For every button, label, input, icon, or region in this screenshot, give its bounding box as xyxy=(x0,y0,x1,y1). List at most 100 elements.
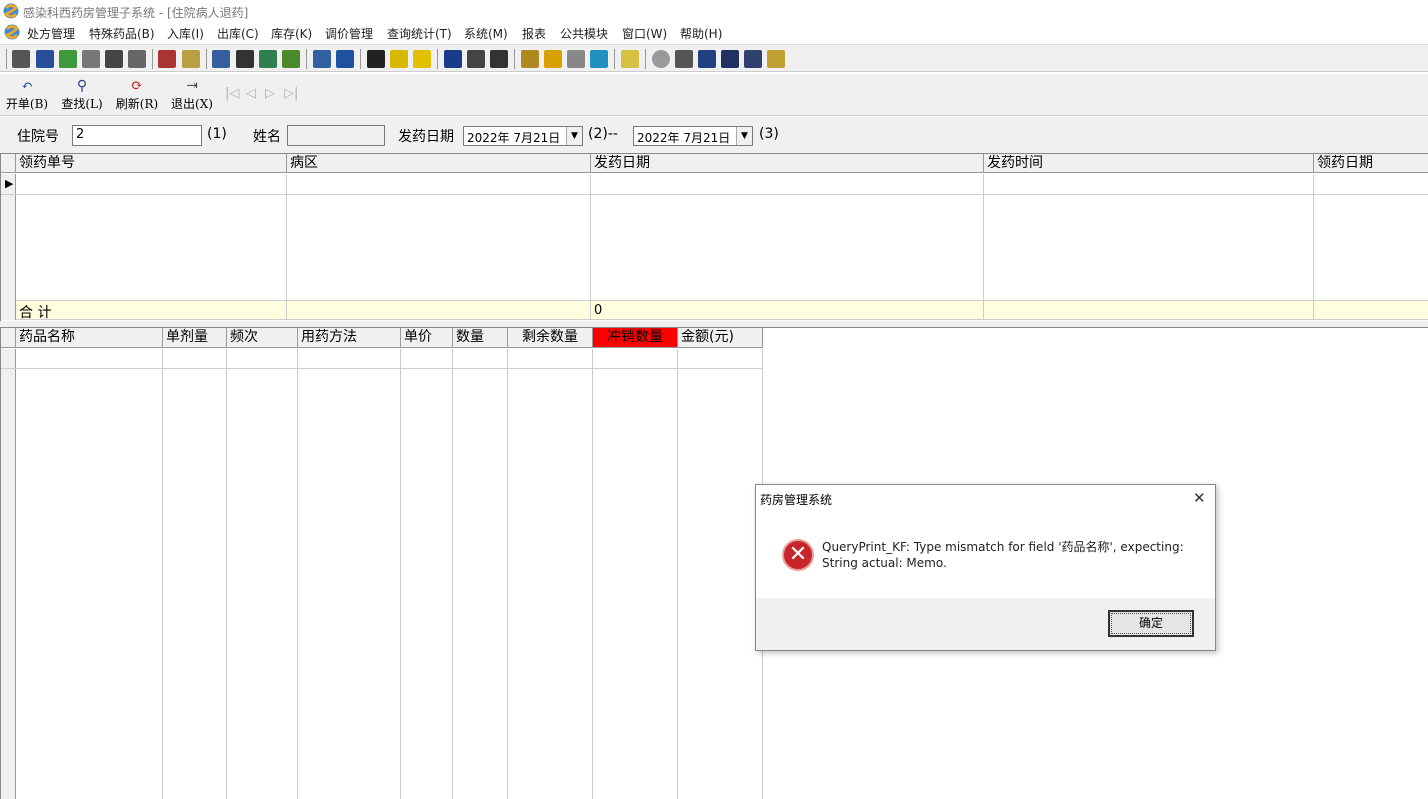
next-record-icon[interactable]: ▷ xyxy=(265,86,275,101)
dialog-message: QueryPrint_KF: Type mismatch for field '… xyxy=(822,540,1184,570)
inpatient-no-field[interactable]: 2 xyxy=(72,125,202,146)
windows-icon[interactable] xyxy=(721,50,739,68)
paste-icon[interactable] xyxy=(767,50,785,68)
refresh-button[interactable]: ⟳ 刷新(R) xyxy=(115,78,159,114)
menu-help[interactable]: 帮助(H) xyxy=(680,25,722,42)
col-writeoff-qty[interactable]: 冲销数量 xyxy=(593,328,678,347)
search-icon[interactable] xyxy=(567,50,585,68)
trash-icon[interactable] xyxy=(444,50,462,68)
dispense-grid-header: 领药单号 病区 发药日期 发药时间 领药日期 xyxy=(1,154,1428,173)
menu-inventory[interactable]: 库存(K) xyxy=(271,25,312,42)
date-from-dropdown-icon[interactable]: ▼ xyxy=(566,127,582,145)
name-field[interactable] xyxy=(287,125,385,146)
col-dispense-time[interactable]: 发药时间 xyxy=(984,154,1314,173)
menu-system[interactable]: 系统(M) xyxy=(464,25,508,42)
ok-button[interactable]: 确定 xyxy=(1108,610,1194,637)
col-unit-price[interactable]: 单价 xyxy=(401,328,453,347)
bell-icon[interactable] xyxy=(390,50,408,68)
hexagon-icon[interactable] xyxy=(652,50,670,68)
col-amount[interactable]: 金额(元) xyxy=(678,328,763,347)
menu-price-adjust[interactable]: 调价管理 xyxy=(325,25,373,42)
menu-window[interactable]: 窗口(W) xyxy=(622,25,667,42)
hint-2: (2)-- xyxy=(588,126,618,142)
bottle-icon[interactable] xyxy=(36,50,54,68)
new-button[interactable]: ↶ 开单(B) xyxy=(5,78,49,114)
col-receive-date[interactable]: 领药日期 xyxy=(1314,154,1428,173)
first-record-icon[interactable]: |◁ xyxy=(225,86,239,101)
menu-reports[interactable]: 报表 xyxy=(522,25,546,42)
inpatient-no-label: 住院号 xyxy=(17,129,59,145)
date-from-picker[interactable]: 2022年 7月21日 ▼ xyxy=(463,126,583,146)
error-icon: ✕ xyxy=(782,539,814,571)
grid-icon[interactable] xyxy=(367,50,385,68)
filter-bar: 住院号 2 (1) 姓名 发药日期 2022年 7月21日 ▼ (2)-- 20… xyxy=(0,117,1428,153)
total-label: 合 计 xyxy=(19,305,52,321)
checkmark-icon[interactable] xyxy=(236,50,254,68)
find-button[interactable]: ⚲ 查找(L) xyxy=(60,78,104,114)
last-record-icon[interactable]: ▷| xyxy=(284,86,298,101)
money-icon[interactable] xyxy=(128,50,146,68)
menu-stock-in[interactable]: 入库(I) xyxy=(167,25,204,42)
error-dialog: 药房管理系统 ✕ ✕ QueryPrint_KF: Type mismatch … xyxy=(755,484,1216,651)
col-order-no[interactable]: 领药单号 xyxy=(16,154,287,173)
list-icon[interactable] xyxy=(698,50,716,68)
date-to-dropdown-icon[interactable]: ▼ xyxy=(736,127,752,145)
date-to-value: 2022年 7月21日 xyxy=(637,131,731,145)
col-quantity[interactable]: 数量 xyxy=(453,328,508,347)
detail-row-indicator-column xyxy=(1,349,16,799)
menu-common-module[interactable]: 公共模块 xyxy=(560,25,608,42)
undo-arrow-icon: ↶ xyxy=(21,78,33,94)
checklist-icon[interactable] xyxy=(744,50,762,68)
edit-icon[interactable] xyxy=(313,50,331,68)
menu-special-drugs[interactable]: 特殊药品(B) xyxy=(89,25,155,42)
open-folder-icon[interactable] xyxy=(621,50,639,68)
document-icon[interactable] xyxy=(82,50,100,68)
table-icon[interactable] xyxy=(336,50,354,68)
people-icon[interactable] xyxy=(490,50,508,68)
date-from-value: 2022年 7月21日 xyxy=(467,131,561,145)
col-remaining-qty[interactable]: 剩余数量 xyxy=(508,328,593,347)
close-icon[interactable]: ✕ xyxy=(1193,489,1206,507)
calendar-icon[interactable] xyxy=(413,50,431,68)
menu-query-stats[interactable]: 查询统计(T) xyxy=(387,25,452,42)
close-box-icon[interactable] xyxy=(590,50,608,68)
key-icon[interactable] xyxy=(544,50,562,68)
report-icon[interactable] xyxy=(212,50,230,68)
exit-button[interactable]: ⇥ 退出(X) xyxy=(170,78,214,114)
dialog-title: 药房管理系统 xyxy=(760,493,833,507)
refresh-icon: ⟳ xyxy=(131,78,143,94)
window-title: 感染科西药房管理子系统 - [住院病人退药] xyxy=(23,6,249,20)
col-unit-dose[interactable]: 单剂量 xyxy=(163,328,227,347)
binoculars-icon[interactable] xyxy=(105,50,123,68)
transfer-icon[interactable] xyxy=(467,50,485,68)
register-icon[interactable] xyxy=(12,50,30,68)
col-dispense-date[interactable]: 发药日期 xyxy=(591,154,984,173)
name-label: 姓名 xyxy=(253,129,281,145)
hint-1: (1) xyxy=(207,126,227,142)
prev-record-icon[interactable]: ◁ xyxy=(246,86,256,101)
new-button-label: 开单(B) xyxy=(5,97,49,111)
col-ward[interactable]: 病区 xyxy=(287,154,591,173)
medicine-icon[interactable] xyxy=(158,50,176,68)
app-menu-icon[interactable] xyxy=(4,24,20,40)
action-toolbar: ↶ 开单(B) ⚲ 查找(L) ⟳ 刷新(R) ⇥ 退出(X) |◁ ◁ ▷ ▷… xyxy=(0,74,1428,116)
import-icon[interactable] xyxy=(282,50,300,68)
col-frequency[interactable]: 频次 xyxy=(227,328,298,347)
col-usage[interactable]: 用药方法 xyxy=(298,328,401,347)
drug-detail-grid-header: 药品名称 单剂量 频次 用药方法 单价 数量 剩余数量 冲销数量 金额(元) xyxy=(1,328,763,348)
magnifier-icon: ⚲ xyxy=(76,78,88,94)
clipboard-icon[interactable] xyxy=(259,50,277,68)
magnifier-icon[interactable] xyxy=(675,50,693,68)
date-to-picker[interactable]: 2022年 7月21日 ▼ xyxy=(633,126,753,146)
menu-stock-out[interactable]: 出库(C) xyxy=(217,25,259,42)
find-button-label: 查找(L) xyxy=(61,97,103,111)
current-row-icon: ▶ xyxy=(5,177,14,190)
box-icon[interactable] xyxy=(521,50,539,68)
check-icon[interactable] xyxy=(59,50,77,68)
menu-prescription[interactable]: 处方管理 xyxy=(27,25,75,42)
grid-splitter[interactable] xyxy=(0,321,1428,328)
folder-icon[interactable] xyxy=(182,50,200,68)
total-value: 0 xyxy=(594,303,603,318)
col-drug-name[interactable]: 药品名称 xyxy=(16,328,163,347)
app-logo-icon xyxy=(3,3,19,19)
